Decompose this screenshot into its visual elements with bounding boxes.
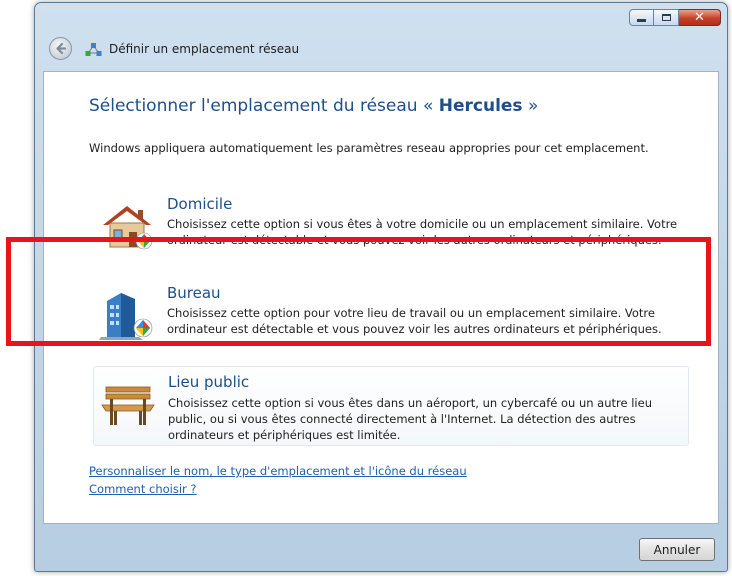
back-arrow-icon (56, 42, 67, 55)
page-heading: Sélectionner l'emplacement du réseau « H… (89, 96, 538, 116)
back-button[interactable] (49, 37, 72, 60)
dialog-window: ✕ Définir un emplacement réseau Sélectio… (34, 2, 728, 572)
option-description: Choisissez cette option si vous êtes à v… (167, 217, 678, 247)
close-button[interactable]: ✕ (679, 9, 721, 26)
minimize-icon (637, 19, 646, 22)
option-office[interactable]: Bureau Choisissez cette option pour votr… (99, 284, 689, 354)
maximize-icon (661, 14, 671, 21)
option-public[interactable]: Lieu public Choisissez cette option si v… (93, 366, 689, 446)
help-choose-link[interactable]: Comment choisir ? (89, 482, 197, 496)
park-bench-icon (101, 386, 155, 425)
page-description: Windows appliquera automatiquement les p… (89, 141, 649, 155)
option-description: Choisissez cette option pour votre lieu … (167, 306, 662, 336)
customize-network-link[interactable]: Personnaliser le nom, le type d'emplacem… (89, 464, 467, 478)
heading-prefix: Sélectionner l'emplacement du réseau « (89, 96, 439, 116)
content-panel: Sélectionner l'emplacement du réseau « H… (43, 71, 719, 524)
cancel-button[interactable]: Annuler (639, 538, 715, 561)
office-building-icon (99, 293, 153, 340)
option-title: Bureau (167, 284, 221, 302)
option-description: Choisissez cette option si vous êtes dan… (168, 396, 652, 442)
option-title: Lieu public (168, 373, 250, 391)
home-icon (103, 206, 153, 250)
option-title: Domicile (167, 195, 233, 213)
network-name: Hercules (438, 96, 523, 116)
heading-suffix: » (522, 96, 539, 116)
window-controls: ✕ (629, 9, 721, 26)
option-home[interactable]: Domicile Choisissez cette option si vous… (99, 195, 689, 265)
title-bar: ✕ Définir un emplacement réseau (35, 3, 727, 71)
dialog-footer: Annuler (35, 524, 727, 573)
close-icon: ✕ (694, 10, 705, 25)
minimize-button[interactable] (629, 9, 654, 26)
window-title: Définir un emplacement réseau (109, 42, 300, 56)
network-icon (85, 43, 102, 56)
maximize-button[interactable] (654, 9, 679, 26)
